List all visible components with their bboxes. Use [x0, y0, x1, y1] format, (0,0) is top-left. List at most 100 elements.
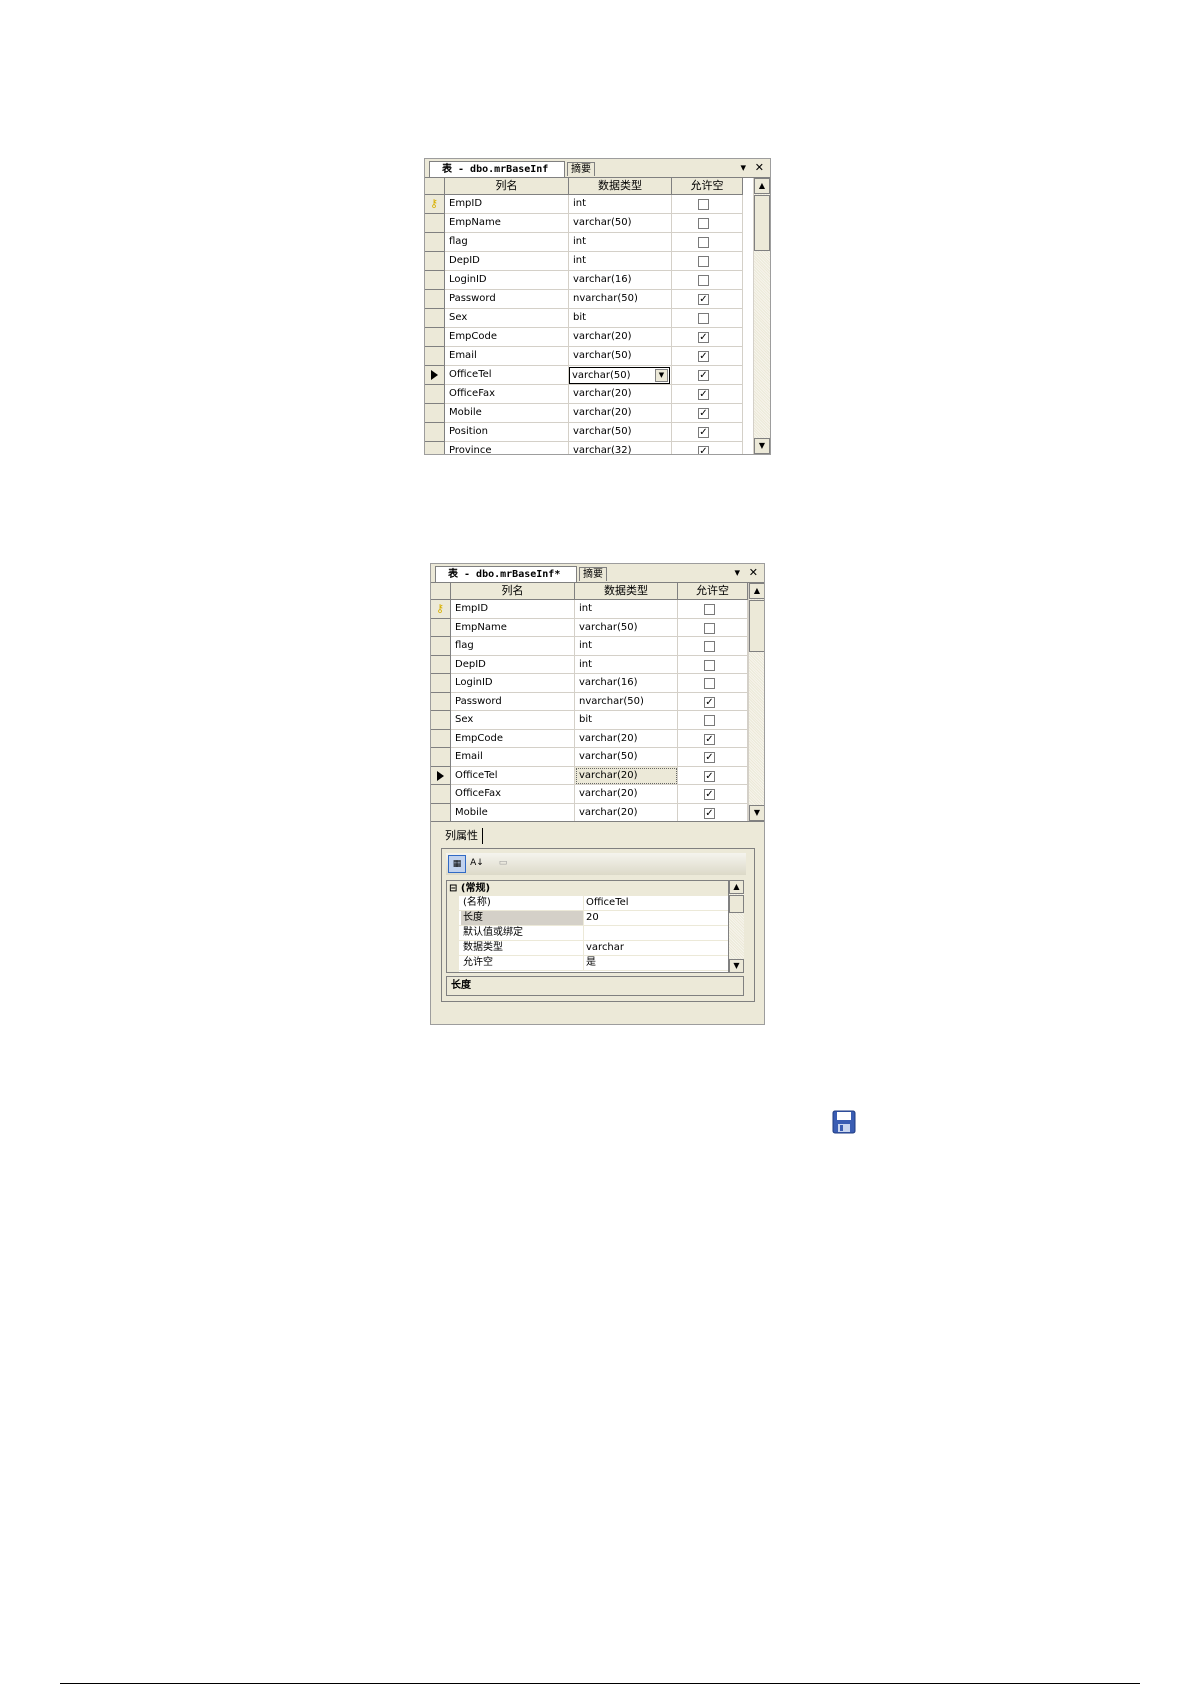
data-type-cell[interactable]: varchar(20) [569, 385, 672, 404]
property-value[interactable]: 20 [583, 911, 728, 925]
window-dropdown-icon[interactable]: ▾ [734, 566, 740, 580]
data-type-cell[interactable]: bit [575, 711, 678, 730]
table-row[interactable]: Mobile varchar(20) ✓ [425, 404, 743, 423]
summary-tab[interactable]: 摘要 [579, 567, 607, 581]
chevron-down-icon[interactable]: ▼ [655, 369, 668, 382]
header-data-type[interactable]: 数据类型 [575, 583, 678, 600]
row-selector[interactable] [431, 729, 451, 748]
row-selector[interactable] [425, 347, 445, 366]
row-selector[interactable] [425, 442, 445, 454]
data-type-cell[interactable]: varchar(50) [569, 214, 672, 233]
table-row[interactable]: OfficeFax varchar(20) ✓ [431, 785, 748, 804]
table-row[interactable]: OfficeTel varchar(50) ▼ ✓ [425, 366, 743, 385]
alphabetical-sort-icon[interactable]: A↓ [468, 855, 486, 873]
column-name-cell[interactable]: Sex [445, 309, 569, 328]
row-selector[interactable] [425, 328, 445, 347]
scroll-up-icon[interactable]: ▲ [749, 583, 764, 599]
row-selector[interactable] [431, 785, 451, 804]
table-row[interactable]: Sex bit [425, 309, 743, 328]
row-selector[interactable] [431, 711, 451, 730]
table-row[interactable]: flag int [425, 233, 743, 252]
table-row[interactable]: Sex bit [431, 711, 748, 730]
table-row[interactable]: flag int [431, 637, 748, 656]
table-row[interactable]: Province varchar(32) ✓ [425, 442, 743, 454]
column-name-cell[interactable]: EmpCode [451, 729, 575, 748]
property-value[interactable]: varchar [583, 941, 728, 955]
property-row[interactable]: 长度 20 [447, 911, 728, 926]
column-name-cell[interactable]: Mobile [445, 404, 569, 423]
column-name-cell[interactable]: OfficeTel [445, 366, 569, 385]
property-category[interactable]: ⊟ (常规) [447, 881, 728, 896]
scroll-thumb[interactable] [754, 195, 770, 251]
row-selector[interactable]: ⚷ [431, 600, 451, 619]
allow-nulls-checkbox[interactable]: ✓ [698, 370, 709, 381]
allow-nulls-checkbox[interactable]: ✓ [698, 294, 709, 305]
row-selector[interactable] [431, 692, 451, 711]
property-row[interactable]: (名称) OfficeTel [447, 896, 728, 911]
data-type-cell[interactable]: nvarchar(50) [569, 290, 672, 309]
column-name-cell[interactable]: flag [451, 637, 575, 656]
table-row[interactable]: OfficeFax varchar(20) ✓ [425, 385, 743, 404]
column-name-cell[interactable]: Email [445, 347, 569, 366]
table-row[interactable]: OfficeTel varchar(20) ✓ [431, 766, 748, 785]
close-icon[interactable]: ✕ [749, 566, 758, 580]
column-name-cell[interactable]: EmpName [451, 618, 575, 637]
column-name-cell[interactable]: Position [445, 423, 569, 442]
row-selector[interactable] [431, 748, 451, 767]
data-type-cell[interactable]: varchar(32) [569, 442, 672, 454]
table-row[interactable]: Password nvarchar(50) ✓ [431, 692, 748, 711]
scroll-down-icon[interactable]: ▼ [729, 959, 744, 973]
allow-nulls-checkbox[interactable] [704, 604, 715, 615]
column-name-cell[interactable]: Email [451, 748, 575, 767]
data-type-cell[interactable]: int [569, 195, 672, 214]
data-type-cell[interactable]: varchar(50) [575, 748, 678, 767]
property-pages-icon[interactable]: ▭ [494, 855, 512, 873]
data-type-cell[interactable]: int [569, 233, 672, 252]
table-row[interactable]: Password nvarchar(50) ✓ [425, 290, 743, 309]
table-row[interactable]: EmpCode varchar(20) ✓ [425, 328, 743, 347]
scroll-up-icon[interactable]: ▲ [729, 880, 744, 894]
scroll-thumb[interactable] [729, 895, 744, 913]
property-row[interactable]: 数据类型 varchar [447, 941, 728, 956]
header-column-name[interactable]: 列名 [451, 583, 575, 600]
row-selector[interactable] [425, 233, 445, 252]
allow-nulls-checkbox[interactable]: ✓ [704, 752, 715, 763]
header-data-type[interactable]: 数据类型 [569, 178, 672, 195]
column-name-cell[interactable]: Password [451, 692, 575, 711]
allow-nulls-checkbox[interactable] [704, 659, 715, 671]
data-type-cell[interactable]: int [575, 600, 678, 619]
header-allow-nulls[interactable]: 允许空 [672, 178, 743, 195]
data-type-cell[interactable]: varchar(50) [575, 618, 678, 637]
table-row[interactable]: Email varchar(50) ✓ [425, 347, 743, 366]
allow-nulls-checkbox[interactable] [704, 641, 715, 652]
data-type-cell[interactable]: nvarchar(50) [575, 692, 678, 711]
allow-nulls-checkbox[interactable]: ✓ [704, 807, 715, 819]
allow-nulls-checkbox[interactable]: ✓ [704, 733, 715, 745]
column-name-cell[interactable]: LoginID [451, 674, 575, 693]
summary-tab[interactable]: 摘要 [567, 162, 595, 176]
row-selector[interactable] [425, 385, 445, 404]
grid-vertical-scrollbar[interactable]: ▲ ▼ [748, 583, 764, 821]
data-type-cell[interactable]: int [575, 637, 678, 656]
table-row[interactable]: LoginID varchar(16) [425, 271, 743, 290]
row-selector[interactable] [431, 674, 451, 693]
row-selector[interactable] [431, 637, 451, 656]
column-name-cell[interactable]: Sex [451, 711, 575, 730]
table-row[interactable]: EmpCode varchar(20) ✓ [431, 729, 748, 748]
table-row[interactable]: Position varchar(50) ✓ [425, 423, 743, 442]
property-value[interactable]: OfficeTel [583, 896, 728, 910]
column-name-cell[interactable]: DepID [451, 655, 575, 674]
allow-nulls-checkbox[interactable]: ✓ [704, 789, 715, 800]
scroll-thumb[interactable] [749, 600, 764, 652]
row-selector[interactable] [425, 271, 445, 290]
data-type-dropdown[interactable]: varchar(50) ▼ [569, 367, 670, 384]
table-document-tab[interactable]: 表 - dbo.mrBaseInf* [435, 566, 577, 582]
close-icon[interactable]: ✕ [755, 161, 764, 175]
table-row[interactable]: Mobile varchar(20) ✓ [431, 803, 748, 821]
window-dropdown-icon[interactable]: ▾ [740, 161, 746, 175]
column-name-cell[interactable]: OfficeFax [445, 385, 569, 404]
allow-nulls-checkbox[interactable] [704, 678, 715, 689]
allow-nulls-checkbox[interactable] [704, 715, 715, 726]
data-type-cell[interactable]: varchar(20) [575, 766, 678, 785]
data-type-cell[interactable]: int [569, 252, 672, 271]
